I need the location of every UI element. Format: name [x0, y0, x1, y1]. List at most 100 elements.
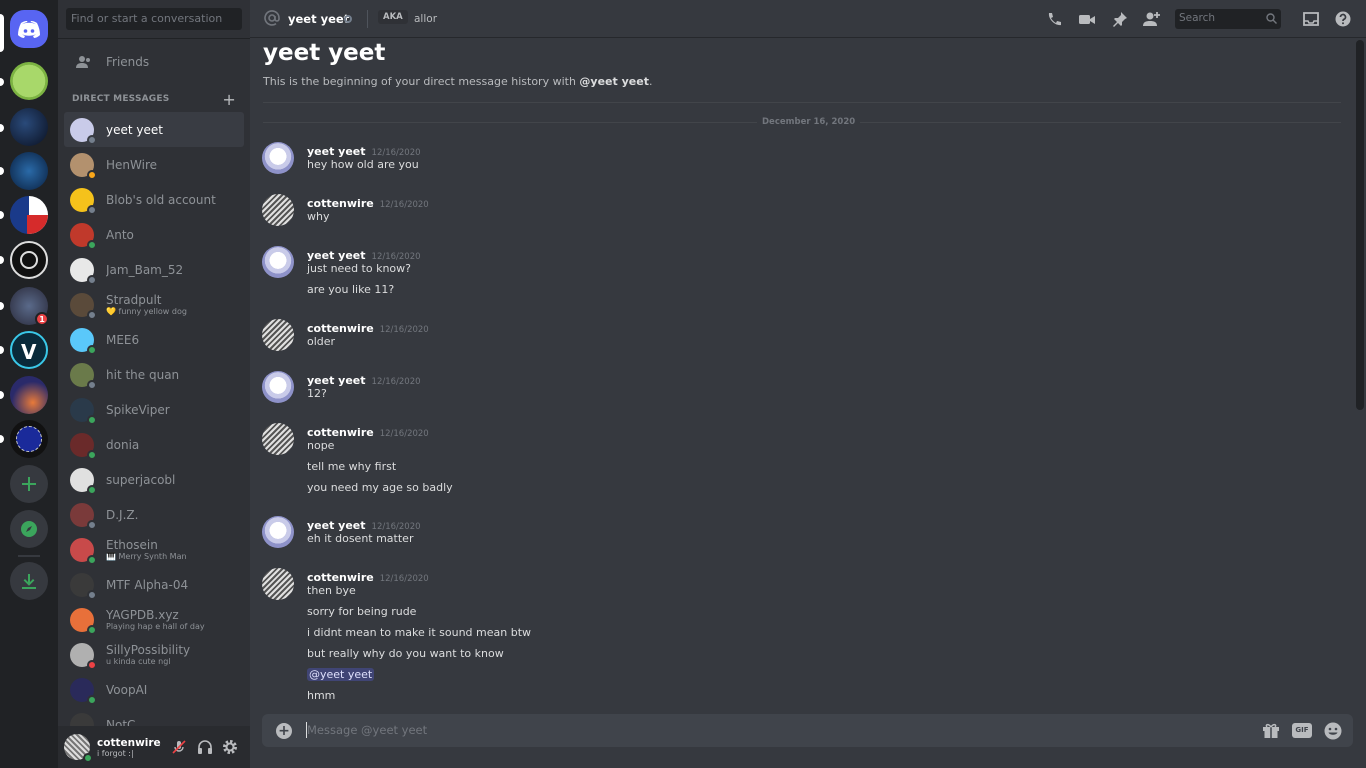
- author-name[interactable]: cottenwire: [307, 322, 374, 335]
- message-text: nope: [307, 439, 334, 452]
- sidebar-item-friends[interactable]: Friends: [66, 46, 242, 77]
- emoji-picker-icon[interactable]: [1324, 722, 1342, 740]
- server-2[interactable]: [10, 108, 48, 146]
- author-name[interactable]: yeet yeet: [307, 249, 366, 262]
- dm-activity: Playing hap e hall of day: [106, 622, 205, 631]
- author-name[interactable]: yeet yeet: [307, 145, 366, 158]
- dm-item[interactable]: SpikeViper: [64, 392, 244, 427]
- message-text: but really why do you want to know: [307, 647, 504, 660]
- server-8[interactable]: [10, 376, 48, 414]
- gift-icon[interactable]: [1262, 722, 1280, 739]
- author-avatar[interactable]: [262, 142, 294, 174]
- message-input[interactable]: Message @yeet yeet: [307, 723, 427, 737]
- author-avatar[interactable]: [262, 371, 294, 403]
- author-name[interactable]: cottenwire: [307, 426, 374, 439]
- dm-item[interactable]: superjacobl: [64, 462, 244, 497]
- dm-item[interactable]: VoopAI: [64, 672, 244, 707]
- friends-label: Friends: [106, 54, 150, 69]
- message-text: 12?: [307, 387, 327, 400]
- dm-sidebar: Find or start a conversation Friends DIR…: [58, 0, 250, 768]
- intro-prefix: This is the beginning of your direct mes…: [263, 75, 580, 88]
- user-custom-status: i forgot :|: [97, 748, 134, 758]
- dm-intro-text: This is the beginning of your direct mes…: [263, 75, 652, 88]
- author-avatar[interactable]: [262, 194, 294, 226]
- author-avatar[interactable]: [262, 319, 294, 351]
- discord-home-button[interactable]: [10, 10, 48, 48]
- explore-servers-button[interactable]: [10, 510, 48, 548]
- server-scp[interactable]: [10, 241, 48, 279]
- message-content: tell me why first: [307, 460, 397, 473]
- dm-item[interactable]: Ethosein 🎹 Merry Synth Man: [64, 532, 244, 567]
- dm-item[interactable]: yeet yeet: [64, 112, 244, 147]
- dm-item[interactable]: MTF Alpha-04: [64, 567, 244, 602]
- timestamp: 12/16/2020: [379, 429, 429, 439]
- message-text: eh it dosent matter: [307, 532, 413, 545]
- timestamp: 12/16/2020: [379, 200, 429, 210]
- status-indicator: [87, 484, 97, 495]
- user-mention[interactable]: @yeet yeet: [307, 668, 375, 681]
- start-voice-call-icon[interactable]: [1046, 11, 1064, 27]
- upload-button[interactable]: +: [276, 723, 292, 739]
- avatar: [70, 292, 97, 320]
- dm-item[interactable]: donia: [64, 427, 244, 462]
- server-v[interactable]: V: [10, 331, 48, 369]
- server-3[interactable]: [10, 152, 48, 190]
- dm-item[interactable]: SillyPossibility u kinda cute ngl: [64, 637, 244, 672]
- scrollbar[interactable]: [1356, 40, 1364, 410]
- inbox-icon[interactable]: [1302, 11, 1320, 27]
- dm-header-label: DIRECT MESSAGES: [72, 94, 170, 104]
- message-text: you need my age so badly: [307, 481, 453, 494]
- dm-item[interactable]: D.J.Z.: [64, 497, 244, 532]
- server-rail: 1 V: [0, 0, 58, 768]
- dm-item[interactable]: Anto: [64, 217, 244, 252]
- mute-microphone-icon[interactable]: [171, 739, 187, 755]
- message-list: yeet yeet This is the beginning of your …: [250, 38, 1366, 714]
- avatar: [70, 257, 97, 285]
- create-dm-button[interactable]: +: [222, 91, 236, 107]
- message-text: then bye: [307, 584, 356, 597]
- author-name[interactable]: cottenwire: [307, 197, 374, 210]
- gif-picker-button[interactable]: GIF: [1292, 723, 1312, 738]
- dm-item[interactable]: HenWire: [64, 147, 244, 182]
- aka-tag: AKA: [378, 10, 408, 24]
- dm-name: hit the quan: [106, 367, 180, 382]
- status-indicator: [87, 309, 97, 320]
- dm-item[interactable]: Blob's old account: [64, 182, 244, 217]
- dm-item[interactable]: Jam_Bam_52: [64, 252, 244, 287]
- pinned-messages-icon[interactable]: [1111, 11, 1129, 27]
- author-name[interactable]: yeet yeet: [307, 519, 366, 532]
- header-search-input[interactable]: Search: [1175, 9, 1281, 29]
- status-indicator: [87, 659, 97, 670]
- avatar: [70, 607, 97, 635]
- author-avatar[interactable]: [262, 568, 294, 600]
- add-server-button[interactable]: [10, 465, 48, 503]
- message-text: hey how old are you: [307, 158, 419, 171]
- server-9[interactable]: [10, 420, 48, 458]
- dm-item[interactable]: YAGPDB.xyz Playing hap e hall of day: [64, 602, 244, 637]
- direct-messages-header: DIRECT MESSAGES +: [72, 91, 236, 107]
- settings-gear-icon[interactable]: [222, 739, 238, 755]
- server-4[interactable]: [10, 196, 48, 234]
- find-conversation-input[interactable]: Find or start a conversation: [66, 8, 242, 30]
- user-panel: cottenwire i forgot :|: [58, 726, 250, 768]
- add-friend-to-dm-icon[interactable]: [1143, 11, 1161, 27]
- author-avatar[interactable]: [262, 246, 294, 278]
- message-content: then bye: [307, 584, 356, 597]
- headphones-icon[interactable]: [197, 739, 213, 755]
- dm-item[interactable]: MEE6: [64, 322, 244, 357]
- author-avatar[interactable]: [262, 516, 294, 548]
- start-video-call-icon[interactable]: [1078, 11, 1096, 27]
- unread-pill: [0, 256, 4, 264]
- dm-item[interactable]: hit the quan: [64, 357, 244, 392]
- server-1[interactable]: [10, 62, 48, 100]
- plus-icon: [22, 477, 36, 491]
- download-apps-button[interactable]: [10, 562, 48, 600]
- status-indicator: [87, 344, 97, 355]
- dm-item[interactable]: Stradpult 💛 funny yellow dog: [64, 287, 244, 322]
- help-icon[interactable]: [1334, 11, 1352, 27]
- message-content: eh it dosent matter: [307, 532, 414, 545]
- author-name[interactable]: cottenwire: [307, 571, 374, 584]
- author-avatar[interactable]: [262, 423, 294, 455]
- author-name[interactable]: yeet yeet: [307, 374, 366, 387]
- user-avatar[interactable]: [64, 734, 93, 763]
